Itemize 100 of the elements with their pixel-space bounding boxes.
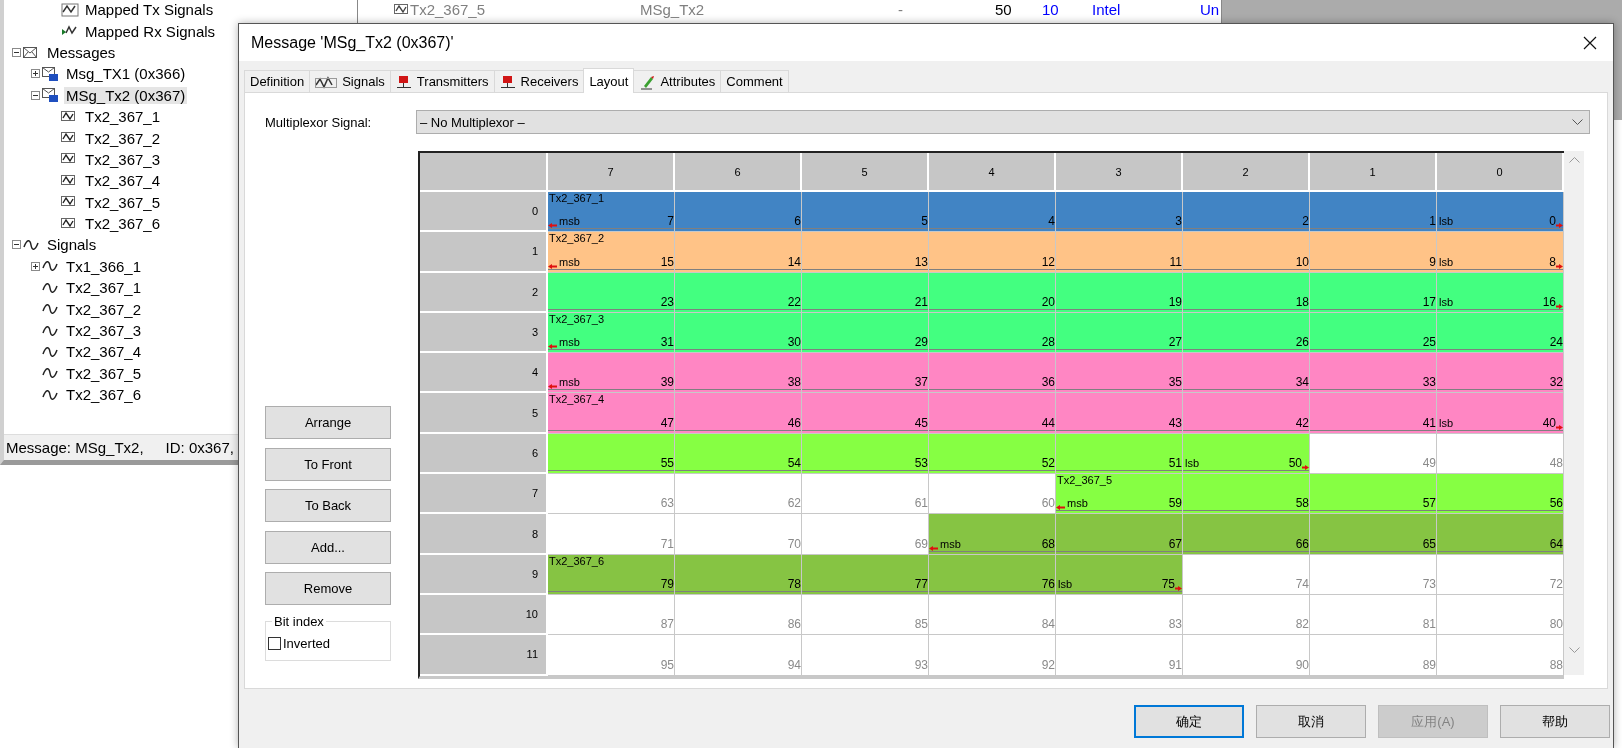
bit-number: 55 — [660, 457, 674, 471]
tree-item[interactable]: Tx2_367_5 — [83, 193, 163, 211]
chevron-up-icon — [1568, 157, 1580, 163]
tree-item[interactable]: MSg_Tx2 (0x367) — [64, 86, 188, 104]
bit-number: 53 — [914, 457, 928, 471]
side-button[interactable]: To Back — [265, 489, 391, 522]
row-header: 9 — [420, 554, 548, 595]
bit-number: 39 — [660, 376, 674, 390]
bit-number: 33 — [1422, 376, 1436, 390]
bit-number: 66 — [1295, 537, 1309, 551]
field-label: Multiplexor Signal: — [265, 114, 373, 130]
signal-icon — [61, 153, 77, 166]
checkbox[interactable] — [268, 637, 281, 650]
tab[interactable]: Comment — [720, 70, 789, 92]
marker-arrow-icon — [1556, 223, 1563, 229]
bit-tag: msb — [557, 254, 580, 269]
row-header: 10 — [420, 594, 548, 636]
tree-item[interactable]: Tx2_367_1 — [64, 279, 144, 297]
bit-tag: msb — [557, 375, 580, 390]
wave-icon — [42, 346, 58, 357]
bit-number: 4 — [1048, 215, 1055, 229]
bit-number: 46 — [787, 416, 801, 430]
dropdown[interactable]: – No Multiplexor – — [416, 110, 1590, 134]
signal-icon — [61, 196, 77, 209]
expand-icon[interactable] — [31, 261, 40, 271]
bit-number: 93 — [914, 658, 928, 672]
bit-number: 22 — [787, 295, 801, 309]
column-header: 0 — [1437, 153, 1564, 192]
tab[interactable]: Definition — [244, 70, 311, 92]
tab[interactable]: Attributes — [633, 70, 722, 92]
marker-arrow-icon — [548, 384, 557, 390]
bit-number: 44 — [1041, 416, 1055, 430]
bit-number: 52 — [1041, 457, 1055, 471]
tree-item[interactable]: Signals — [45, 236, 99, 254]
tree-item[interactable]: Tx2_367_6 — [64, 386, 144, 404]
tree-item[interactable]: Tx2_367_3 — [64, 322, 144, 340]
dialog-button[interactable]: 取消 — [1256, 705, 1366, 738]
tab[interactable]: Layout — [583, 68, 635, 93]
bit-number: 5 — [921, 215, 928, 229]
side-button[interactable]: Add... — [265, 531, 391, 564]
message-icon — [42, 88, 58, 103]
signal-icon — [61, 217, 77, 230]
tree-item[interactable]: Mapped Rx Signals — [83, 22, 218, 40]
pencil-icon — [639, 73, 656, 90]
side-button[interactable]: Arrange — [265, 406, 391, 439]
bit-number: 14 — [787, 255, 801, 269]
column-header: 5 — [802, 153, 929, 192]
bit-number: 75 — [1161, 577, 1175, 591]
tree-item[interactable]: Msg_TX1 (0x366) — [64, 65, 188, 83]
bit-number: 77 — [914, 577, 928, 591]
bit-number: 85 — [914, 618, 928, 632]
tree-item[interactable]: Tx1_366_1 — [64, 257, 144, 275]
tree-item[interactable]: Tx2_367_5 — [64, 364, 144, 382]
bit-number: 86 — [787, 618, 801, 632]
marker-arrow-icon — [1556, 303, 1563, 309]
tree-item[interactable]: Tx2_367_2 — [64, 300, 144, 318]
dialog-button[interactable]: 帮助 — [1500, 705, 1610, 738]
node-icon — [499, 74, 516, 89]
expand-icon[interactable] — [31, 69, 40, 79]
bit-number: 81 — [1422, 618, 1436, 632]
bit-number: 64 — [1549, 537, 1563, 551]
bit-number: 42 — [1295, 416, 1309, 430]
bit-number: 54 — [787, 457, 801, 471]
status-text: Message: MSg_Tx2, — [6, 439, 144, 456]
bit-number: 1 — [1429, 215, 1436, 229]
bit-number: 69 — [914, 537, 928, 551]
tree-item[interactable]: Tx2_367_4 — [64, 343, 144, 361]
bit-number: 24 — [1549, 336, 1563, 350]
window-title: Message 'MSg_Tx2 (0x367)' — [251, 33, 454, 52]
marker-arrow-icon — [548, 223, 557, 229]
bit-number: 83 — [1168, 618, 1182, 632]
bit-number: 89 — [1422, 658, 1436, 672]
bit-number: 0 — [1549, 215, 1556, 229]
bit-number: 73 — [1422, 577, 1436, 591]
tree-item[interactable]: Mapped Tx Signals — [83, 1, 216, 19]
collapse-icon[interactable] — [12, 240, 21, 250]
dialog-button[interactable]: 确定 — [1134, 705, 1244, 738]
bit-tag: lsb — [1437, 415, 1454, 430]
tab[interactable]: Signals — [309, 70, 391, 92]
side-button[interactable]: To Front — [265, 448, 391, 481]
collapse-icon[interactable] — [12, 47, 21, 57]
wave-icon — [315, 74, 338, 89]
tree-item[interactable]: Tx2_367_6 — [83, 215, 163, 233]
tree-item[interactable]: Tx2_367_2 — [83, 129, 163, 147]
bit-number: 79 — [660, 577, 674, 591]
tree-item[interactable]: Tx2_367_3 — [83, 150, 163, 168]
bit-number: 91 — [1168, 658, 1182, 672]
checkbox-label[interactable]: Inverted — [283, 636, 330, 651]
signal-label: Tx2_367_2 — [549, 232, 605, 245]
tree-item[interactable]: Tx2_367_1 — [83, 108, 163, 126]
signal-label: Tx2_367_1 — [549, 192, 605, 204]
bit-number: 87 — [660, 618, 674, 632]
bit-number: 41 — [1422, 416, 1436, 430]
tree-item[interactable]: Tx2_367_4 — [83, 172, 163, 190]
marker-arrow-icon — [548, 263, 557, 269]
tree-item[interactable]: Messages — [45, 43, 118, 61]
marker-arrow-icon — [929, 545, 938, 551]
message-icon — [42, 66, 58, 81]
collapse-icon[interactable] — [31, 90, 40, 100]
side-button[interactable]: Remove — [265, 572, 391, 605]
